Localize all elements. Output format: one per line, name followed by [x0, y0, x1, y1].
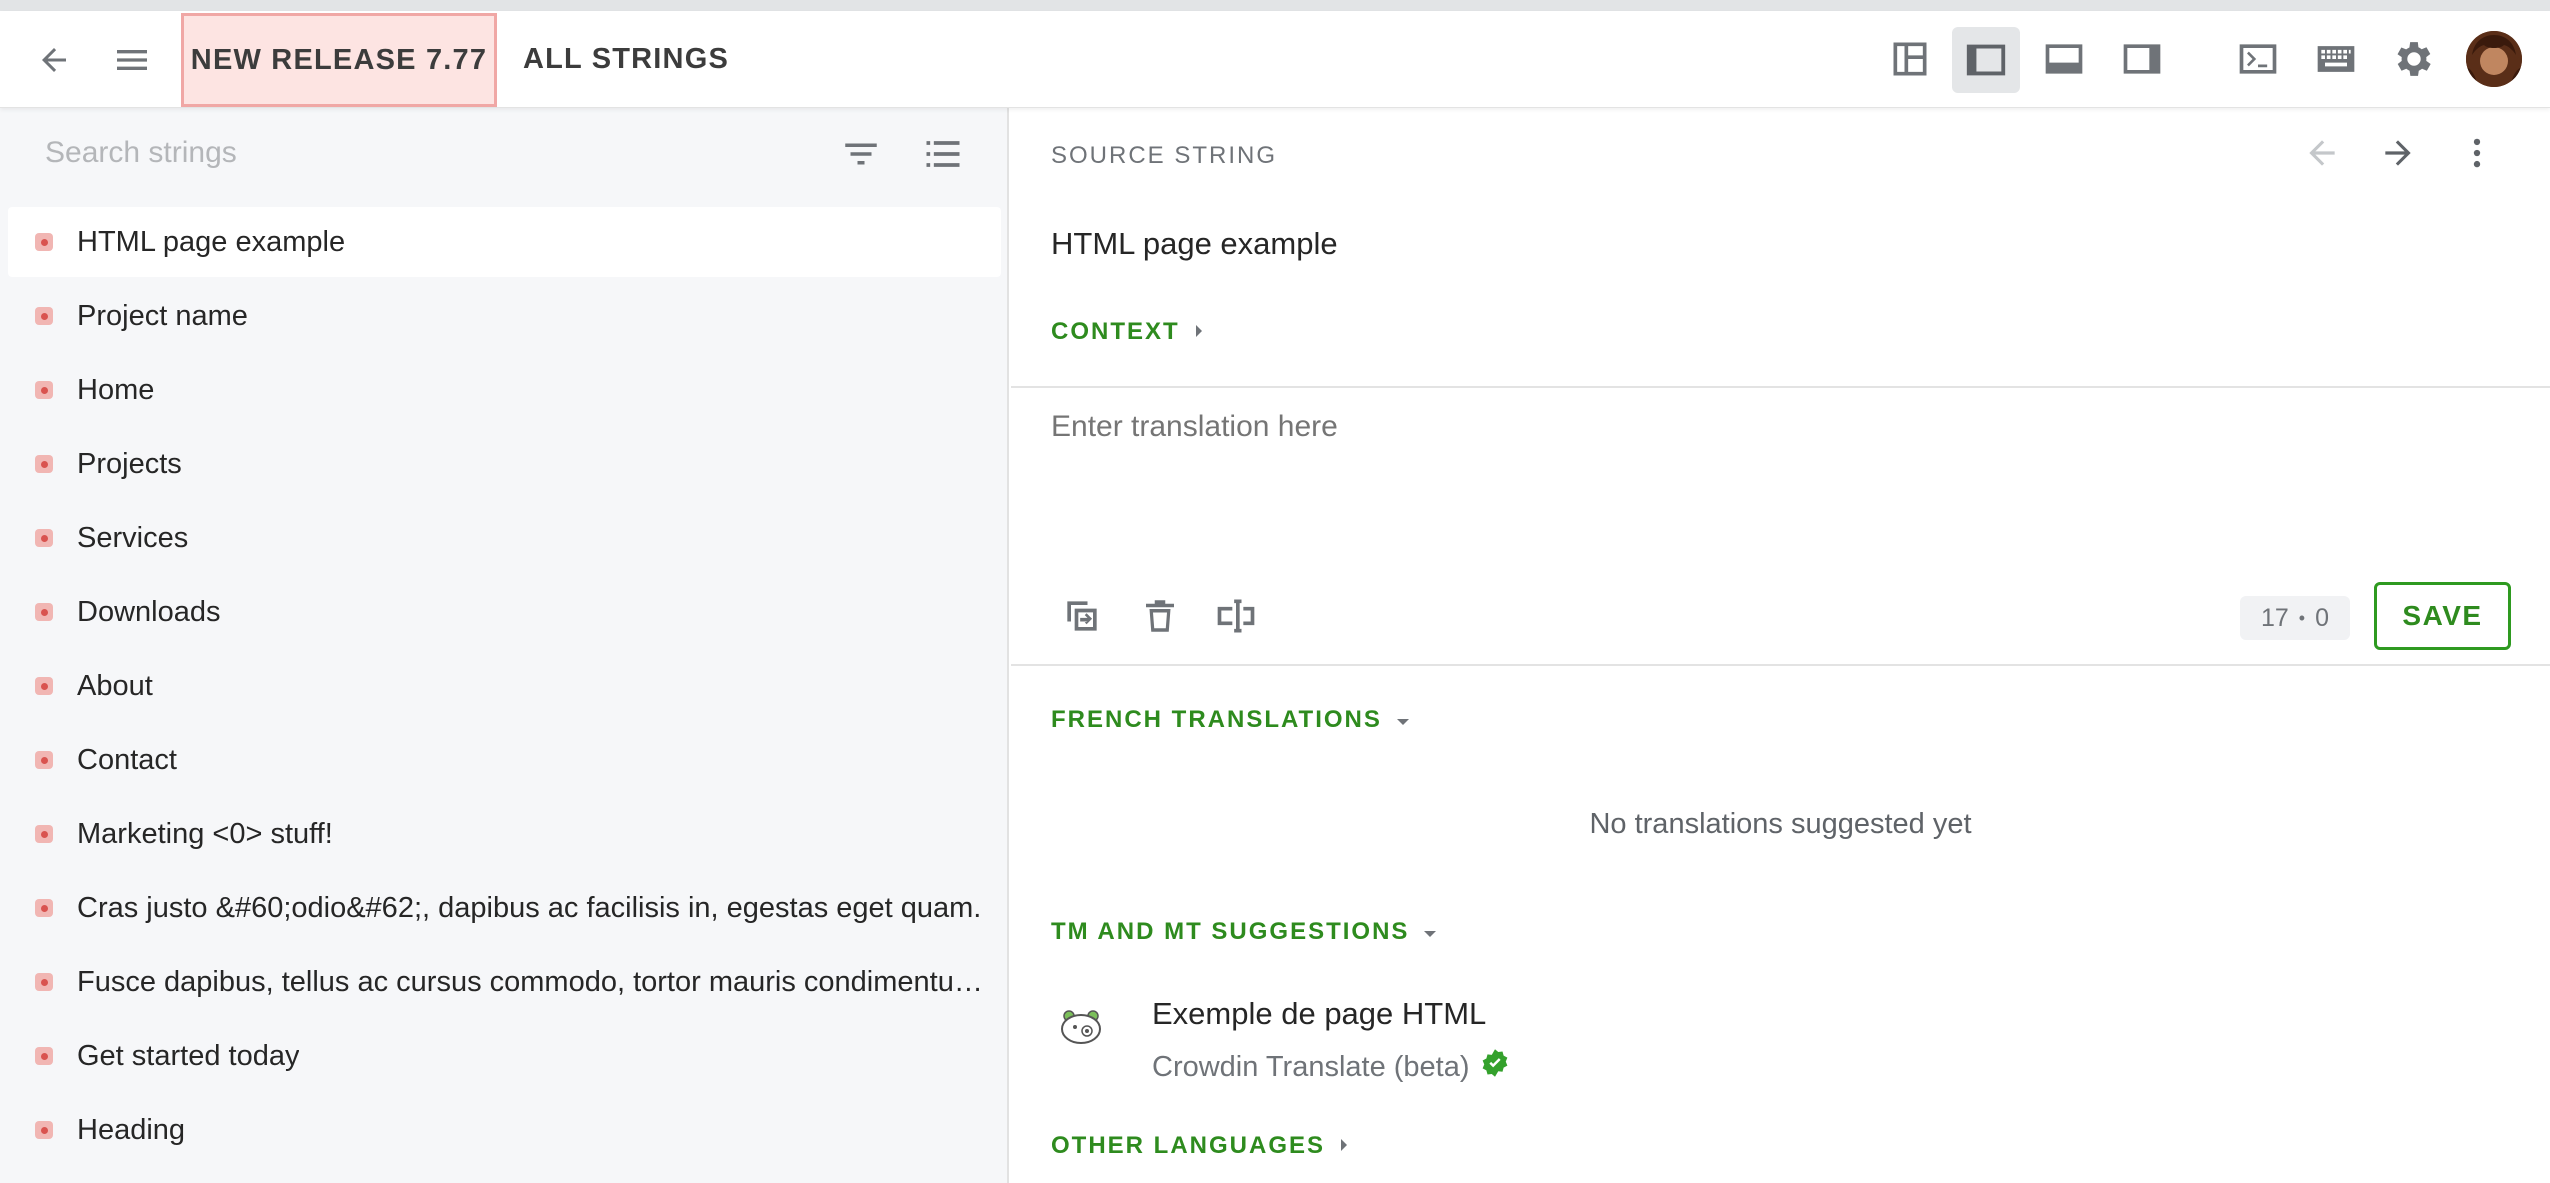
untranslated-status-icon [35, 1121, 53, 1139]
caret-right-icon [1194, 318, 1204, 346]
counter-source: 17 [2260, 603, 2289, 632]
counter-separator: • [2298, 607, 2306, 628]
next-string-icon[interactable] [2375, 130, 2421, 176]
untranslated-status-icon [35, 1047, 53, 1065]
terminal-icon[interactable] [2228, 29, 2288, 89]
list-item[interactable]: Fusce dapibus, tellus ac cursus commodo,… [8, 947, 1001, 1017]
list-item[interactable]: Project name [8, 281, 1001, 351]
list-item[interactable]: Downloads [8, 577, 1001, 647]
top-toolbar: NEW RELEASE 7.77 ALL STRINGS [0, 11, 2550, 108]
list-view-icon[interactable] [918, 134, 968, 174]
list-item-label: HTML page example [77, 225, 346, 258]
layout-right-panel-icon[interactable] [2112, 29, 2172, 89]
release-button[interactable]: NEW RELEASE 7.77 [181, 13, 497, 107]
list-item[interactable]: Services [8, 503, 1001, 573]
more-options-icon[interactable] [2457, 130, 2497, 176]
filter-icon[interactable] [836, 134, 886, 174]
counter-translation: 0 [2315, 603, 2330, 632]
all-strings-button[interactable]: ALL STRINGS [523, 11, 729, 108]
list-item[interactable]: Home [8, 355, 1001, 425]
source-string-text: HTML page example [1051, 226, 1338, 261]
untranslated-status-icon [35, 899, 53, 917]
suggestion-text[interactable]: Exemple de page HTML [1152, 996, 1486, 1032]
list-item-label: Project name [77, 299, 248, 332]
divider [1011, 386, 2550, 388]
list-item[interactable]: Contact [8, 725, 1001, 795]
list-item-label: Contact [77, 743, 177, 776]
divider [1011, 664, 2550, 666]
layout-side-by-side-icon[interactable] [1880, 29, 1940, 89]
strings-sidebar: Search strings HTML page example Project… [0, 108, 1009, 1183]
trash-icon[interactable] [1135, 590, 1185, 642]
list-item-label: Marketing <0> stuff! [77, 817, 333, 850]
back-arrow-icon[interactable] [30, 39, 78, 81]
untranslated-status-icon [35, 751, 53, 769]
caret-down-icon [1396, 706, 1410, 734]
list-item-label: Downloads [77, 595, 221, 628]
crowdin-translate-icon [1053, 998, 1109, 1054]
untranslated-status-icon [35, 381, 53, 399]
other-languages-label: OTHER LANGUAGES [1051, 1132, 1326, 1159]
list-item[interactable]: Get started today [8, 1021, 1001, 1091]
list-item-label: Cras justo &#60;odio&#62;, dapibus ac fa… [77, 891, 982, 924]
editor-panel: SOURCE STRING HTML page example CONTEXT … [1011, 108, 2550, 1183]
list-item-label: Services [77, 521, 189, 554]
list-item[interactable]: Marketing <0> stuff! [8, 799, 1001, 869]
untranslated-status-icon [35, 677, 53, 695]
layout-bottom-icon[interactable] [2034, 29, 2094, 89]
tm-mt-suggestions-toggle[interactable]: TM AND MT SUGGESTIONS [1051, 918, 1437, 946]
verified-check-icon [1480, 1048, 1510, 1086]
context-toggle[interactable]: CONTEXT [1051, 318, 1204, 346]
menu-icon[interactable] [108, 39, 156, 81]
no-translations-message: No translations suggested yet [1589, 808, 1972, 840]
keyboard-icon[interactable] [2306, 29, 2366, 89]
gear-icon[interactable] [2384, 29, 2444, 89]
other-languages-toggle[interactable]: OTHER LANGUAGES [1051, 1132, 1349, 1160]
untranslated-status-icon [35, 825, 53, 843]
caret-down-icon [1423, 918, 1437, 946]
source-string-label: SOURCE STRING [1051, 142, 1278, 169]
untranslated-status-icon [35, 307, 53, 325]
list-item[interactable]: Cras justo &#60;odio&#62;, dapibus ac fa… [8, 873, 1001, 943]
french-translations-label: FRENCH TRANSLATIONS [1051, 706, 1382, 733]
list-item[interactable]: Heading [8, 1095, 1001, 1165]
list-item-label: Heading [77, 1113, 186, 1146]
list-item[interactable]: Projects [8, 429, 1001, 499]
list-item-label: Home [77, 373, 155, 406]
avatar[interactable] [2466, 31, 2522, 87]
character-counter: 17 • 0 [2240, 596, 2350, 640]
list-item-label: Get started today [77, 1039, 300, 1072]
split-cursor-icon[interactable] [1211, 590, 1261, 642]
save-button[interactable]: SAVE [2374, 582, 2511, 650]
list-item-label: Fusce dapibus, tellus ac cursus commodo,… [77, 965, 992, 998]
list-item[interactable]: About [8, 651, 1001, 721]
list-item-label: Projects [77, 447, 182, 480]
french-translations-toggle[interactable]: FRENCH TRANSLATIONS [1051, 706, 1410, 734]
suggestion-source-label: Crowdin Translate (beta) [1152, 1050, 1470, 1083]
layout-sidebar-icon[interactable] [1952, 27, 2020, 93]
context-label: CONTEXT [1051, 318, 1180, 345]
tm-mt-suggestions-label: TM AND MT SUGGESTIONS [1051, 918, 1410, 945]
untranslated-status-icon [35, 529, 53, 547]
untranslated-status-icon [35, 455, 53, 473]
caret-right-icon [1339, 1132, 1349, 1160]
untranslated-status-icon [35, 233, 53, 251]
copy-source-icon[interactable] [1057, 590, 1107, 642]
list-item-label: About [77, 669, 153, 702]
search-input[interactable]: Search strings [45, 136, 237, 170]
translation-input[interactable] [1051, 410, 2501, 444]
untranslated-status-icon [35, 973, 53, 991]
untranslated-status-icon [35, 603, 53, 621]
previous-string-icon[interactable] [2299, 130, 2345, 176]
list-item[interactable]: HTML page example [8, 207, 1001, 277]
suggestion-source: Crowdin Translate (beta) [1152, 1048, 1510, 1086]
window-top-strip [0, 0, 2550, 11]
